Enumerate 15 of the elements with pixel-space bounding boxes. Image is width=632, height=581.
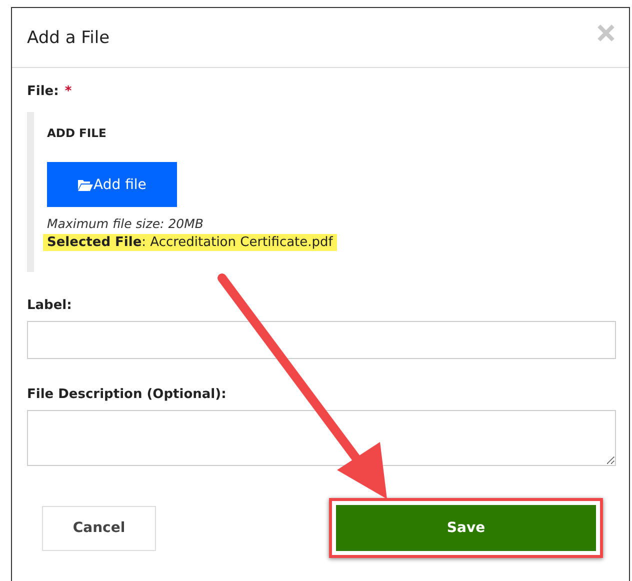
section-title: ADD FILE xyxy=(47,126,108,140)
dialog-title: Add a File xyxy=(27,28,110,48)
required-mark: * xyxy=(64,84,72,99)
hint-text: Maximum file size: 20MB xyxy=(47,216,204,231)
add-file-button[interactable]: Add file xyxy=(47,162,177,207)
close-icon[interactable] xyxy=(597,24,615,42)
label-input[interactable] xyxy=(27,321,616,359)
field-label: File: xyxy=(27,84,59,99)
cancel-button[interactable]: Cancel xyxy=(42,506,156,550)
folder-icon xyxy=(78,178,93,190)
save-button[interactable]: Save xyxy=(336,505,596,551)
description-textarea[interactable] xyxy=(27,410,616,466)
selected-file-text: Selected File: Accreditation Certificate.pdf xyxy=(43,234,337,251)
field-label: File Description (Optional): xyxy=(27,387,228,402)
field-label: Label: xyxy=(27,298,73,313)
